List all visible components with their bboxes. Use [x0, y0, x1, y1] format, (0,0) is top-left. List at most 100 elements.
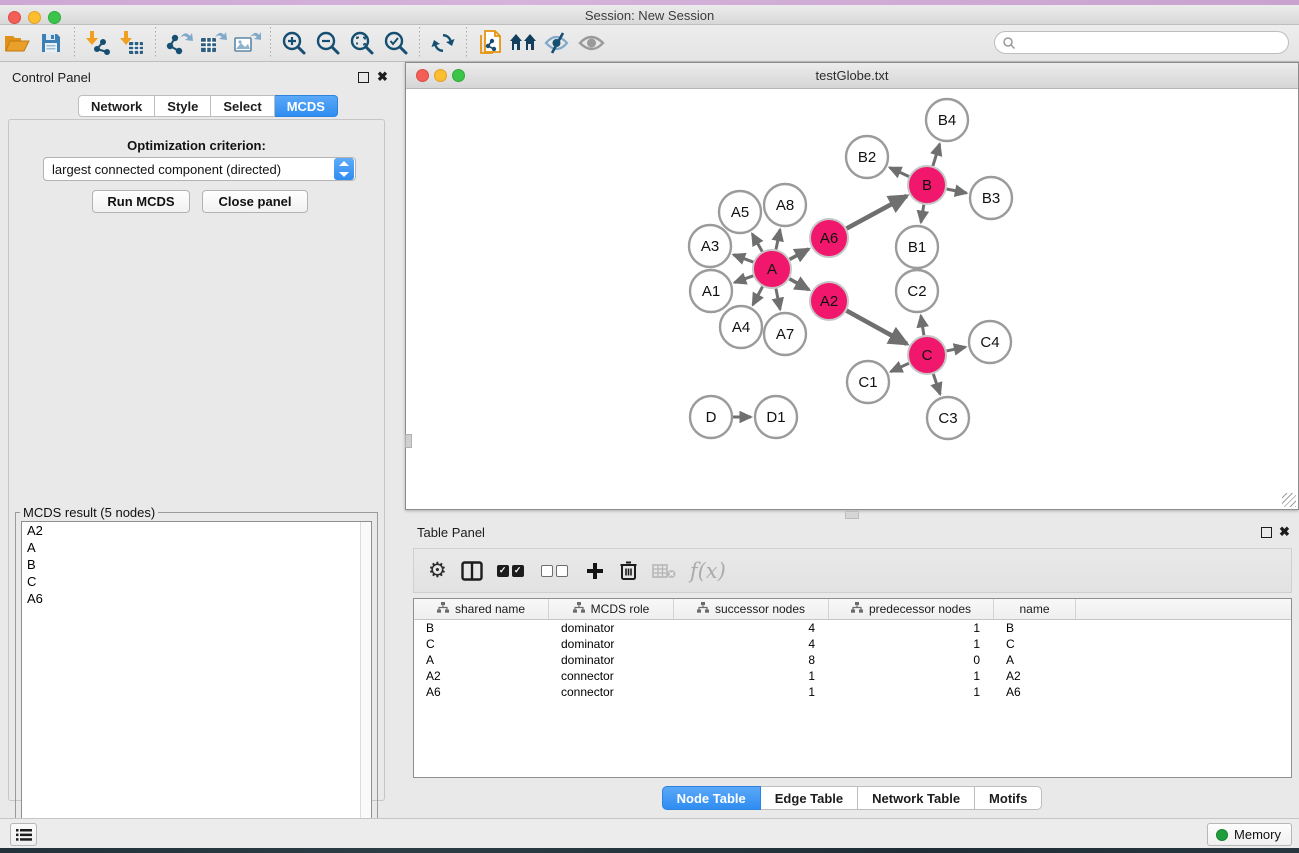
graph-edge-A-A2[interactable] [789, 279, 809, 290]
graph-node-C3[interactable]: C3 [927, 397, 969, 439]
float-table-panel-icon[interactable] [1261, 527, 1272, 538]
graph-node-A6[interactable]: A6 [810, 219, 848, 257]
graph-edge-A-A8[interactable] [776, 229, 780, 249]
table-cell[interactable]: dominator [549, 636, 674, 652]
tab-edge-table[interactable]: Edge Table [761, 786, 858, 810]
mcds-result-list[interactable]: A2ABCA6 [21, 521, 372, 846]
graph-node-C1[interactable]: C1 [847, 361, 889, 403]
import-table-icon[interactable] [115, 28, 149, 58]
table-cell[interactable]: C [994, 636, 1076, 652]
graph-node-B2[interactable]: B2 [846, 136, 888, 178]
graph-node-B[interactable]: B [908, 166, 946, 204]
graph-node-D1[interactable]: D1 [755, 396, 797, 438]
graph-edge-C-C3[interactable] [933, 374, 940, 394]
table-cell[interactable]: C [414, 636, 549, 652]
zoom-out-icon[interactable] [311, 28, 345, 58]
column-header-predecessor-nodes[interactable]: predecessor nodes [829, 599, 994, 619]
table-cell[interactable]: 1 [829, 668, 994, 684]
graph-edge-B-B1[interactable] [921, 205, 924, 223]
table-cell[interactable]: 4 [674, 620, 829, 636]
close-panel-button[interactable]: Close panel [202, 190, 308, 213]
tab-network-table[interactable]: Network Table [858, 786, 975, 810]
table-cell[interactable]: 4 [674, 636, 829, 652]
zoom-fit-icon[interactable] [345, 28, 379, 58]
import-network-icon[interactable] [81, 28, 115, 58]
graph-node-A7[interactable]: A7 [764, 313, 806, 355]
tab-style[interactable]: Style [155, 95, 211, 117]
table-cell[interactable]: dominator [549, 652, 674, 668]
table-row[interactable]: Bdominator41B [414, 620, 1291, 636]
graph-node-C4[interactable]: C4 [969, 321, 1011, 363]
graph-node-C2[interactable]: C2 [896, 270, 938, 312]
split-columns-icon[interactable] [461, 556, 483, 586]
hide-selected-icon[interactable] [541, 28, 575, 58]
graph-edge-A-A4[interactable] [753, 287, 763, 305]
graph-node-D[interactable]: D [690, 396, 732, 438]
panel-divider-handle[interactable] [845, 511, 859, 519]
search-input[interactable] [1016, 34, 1288, 52]
memory-button[interactable]: Memory [1207, 823, 1292, 846]
tab-mcds[interactable]: MCDS [275, 95, 338, 117]
graph-node-B3[interactable]: B3 [970, 177, 1012, 219]
column-header-name[interactable]: name [994, 599, 1076, 619]
graph-node-B1[interactable]: B1 [896, 226, 938, 268]
table-cell[interactable]: 0 [829, 652, 994, 668]
close-table-panel-icon[interactable]: ✖ [1279, 524, 1290, 540]
tab-select[interactable]: Select [211, 95, 274, 117]
zoom-selected-icon[interactable] [379, 28, 413, 58]
table-cell[interactable]: 1 [829, 636, 994, 652]
table-cell[interactable]: 1 [674, 668, 829, 684]
graph-node-A[interactable]: A [753, 250, 791, 288]
graph-edge-C-C1[interactable] [891, 363, 909, 371]
graph-edge-C-C2[interactable] [921, 316, 924, 336]
graph-node-C[interactable]: C [908, 336, 946, 374]
export-table-icon[interactable] [196, 28, 230, 58]
export-image-icon[interactable] [230, 28, 264, 58]
table-cell[interactable]: B [994, 620, 1076, 636]
network-canvas[interactable]: B4B2BB3A5A8A6A3B1AA1C2A2A4A7C4CC1C3DD1 [406, 89, 1298, 509]
select-all-columns-icon[interactable] [497, 556, 527, 586]
graph-node-A1[interactable]: A1 [690, 270, 732, 312]
table-cell[interactable]: A [414, 652, 549, 668]
tab-node-table[interactable]: Node Table [662, 786, 761, 810]
table-cell[interactable]: 1 [829, 684, 994, 700]
network-window-titlebar[interactable]: testGlobe.txt [406, 63, 1298, 89]
result-list-item[interactable]: A2 [22, 522, 371, 539]
table-row[interactable]: A2connector11A2 [414, 668, 1291, 684]
table-cell[interactable]: 1 [674, 684, 829, 700]
table-cell[interactable]: connector [549, 684, 674, 700]
criterion-dropdown[interactable]: largest connected component (directed) [43, 157, 356, 181]
graph-edge-A-A5[interactable] [752, 234, 762, 252]
graph-node-A5[interactable]: A5 [719, 191, 761, 233]
table-row[interactable]: Cdominator41C [414, 636, 1291, 652]
float-panel-icon[interactable] [358, 72, 369, 83]
window-resize-grip[interactable] [1282, 493, 1296, 507]
graph-edge-A2-C[interactable] [847, 311, 907, 344]
graph-edge-B-B4[interactable] [933, 144, 940, 166]
result-list-item[interactable]: A6 [22, 590, 371, 607]
column-header-MCDS-role[interactable]: MCDS role [549, 599, 674, 619]
graph-edge-B-B2[interactable] [890, 168, 909, 177]
graph-node-A4[interactable]: A4 [720, 306, 762, 348]
graph-edge-C-C4[interactable] [947, 347, 966, 351]
task-history-button[interactable] [10, 823, 37, 846]
delete-column-icon[interactable] [619, 556, 638, 586]
graph-node-A8[interactable]: A8 [764, 184, 806, 226]
table-cell[interactable]: 1 [829, 620, 994, 636]
unselect-all-columns-icon[interactable] [541, 556, 571, 586]
save-session-icon[interactable] [34, 28, 68, 58]
result-list-item[interactable]: B [22, 556, 371, 573]
zoom-in-icon[interactable] [277, 28, 311, 58]
show-all-icon[interactable] [575, 28, 609, 58]
refresh-icon[interactable] [426, 28, 460, 58]
graph-edge-A-A7[interactable] [776, 289, 780, 310]
gear-icon[interactable]: ⚙ [428, 556, 447, 586]
graph-node-B4[interactable]: B4 [926, 99, 968, 141]
close-panel-icon[interactable]: ✖ [377, 69, 388, 85]
result-list-item[interactable]: C [22, 573, 371, 590]
table-cell[interactable]: dominator [549, 620, 674, 636]
open-file-icon[interactable] [0, 28, 34, 58]
graph-node-A3[interactable]: A3 [689, 225, 731, 267]
run-mcds-button[interactable]: Run MCDS [92, 190, 190, 213]
splitter-collapse-handle[interactable] [405, 434, 412, 448]
